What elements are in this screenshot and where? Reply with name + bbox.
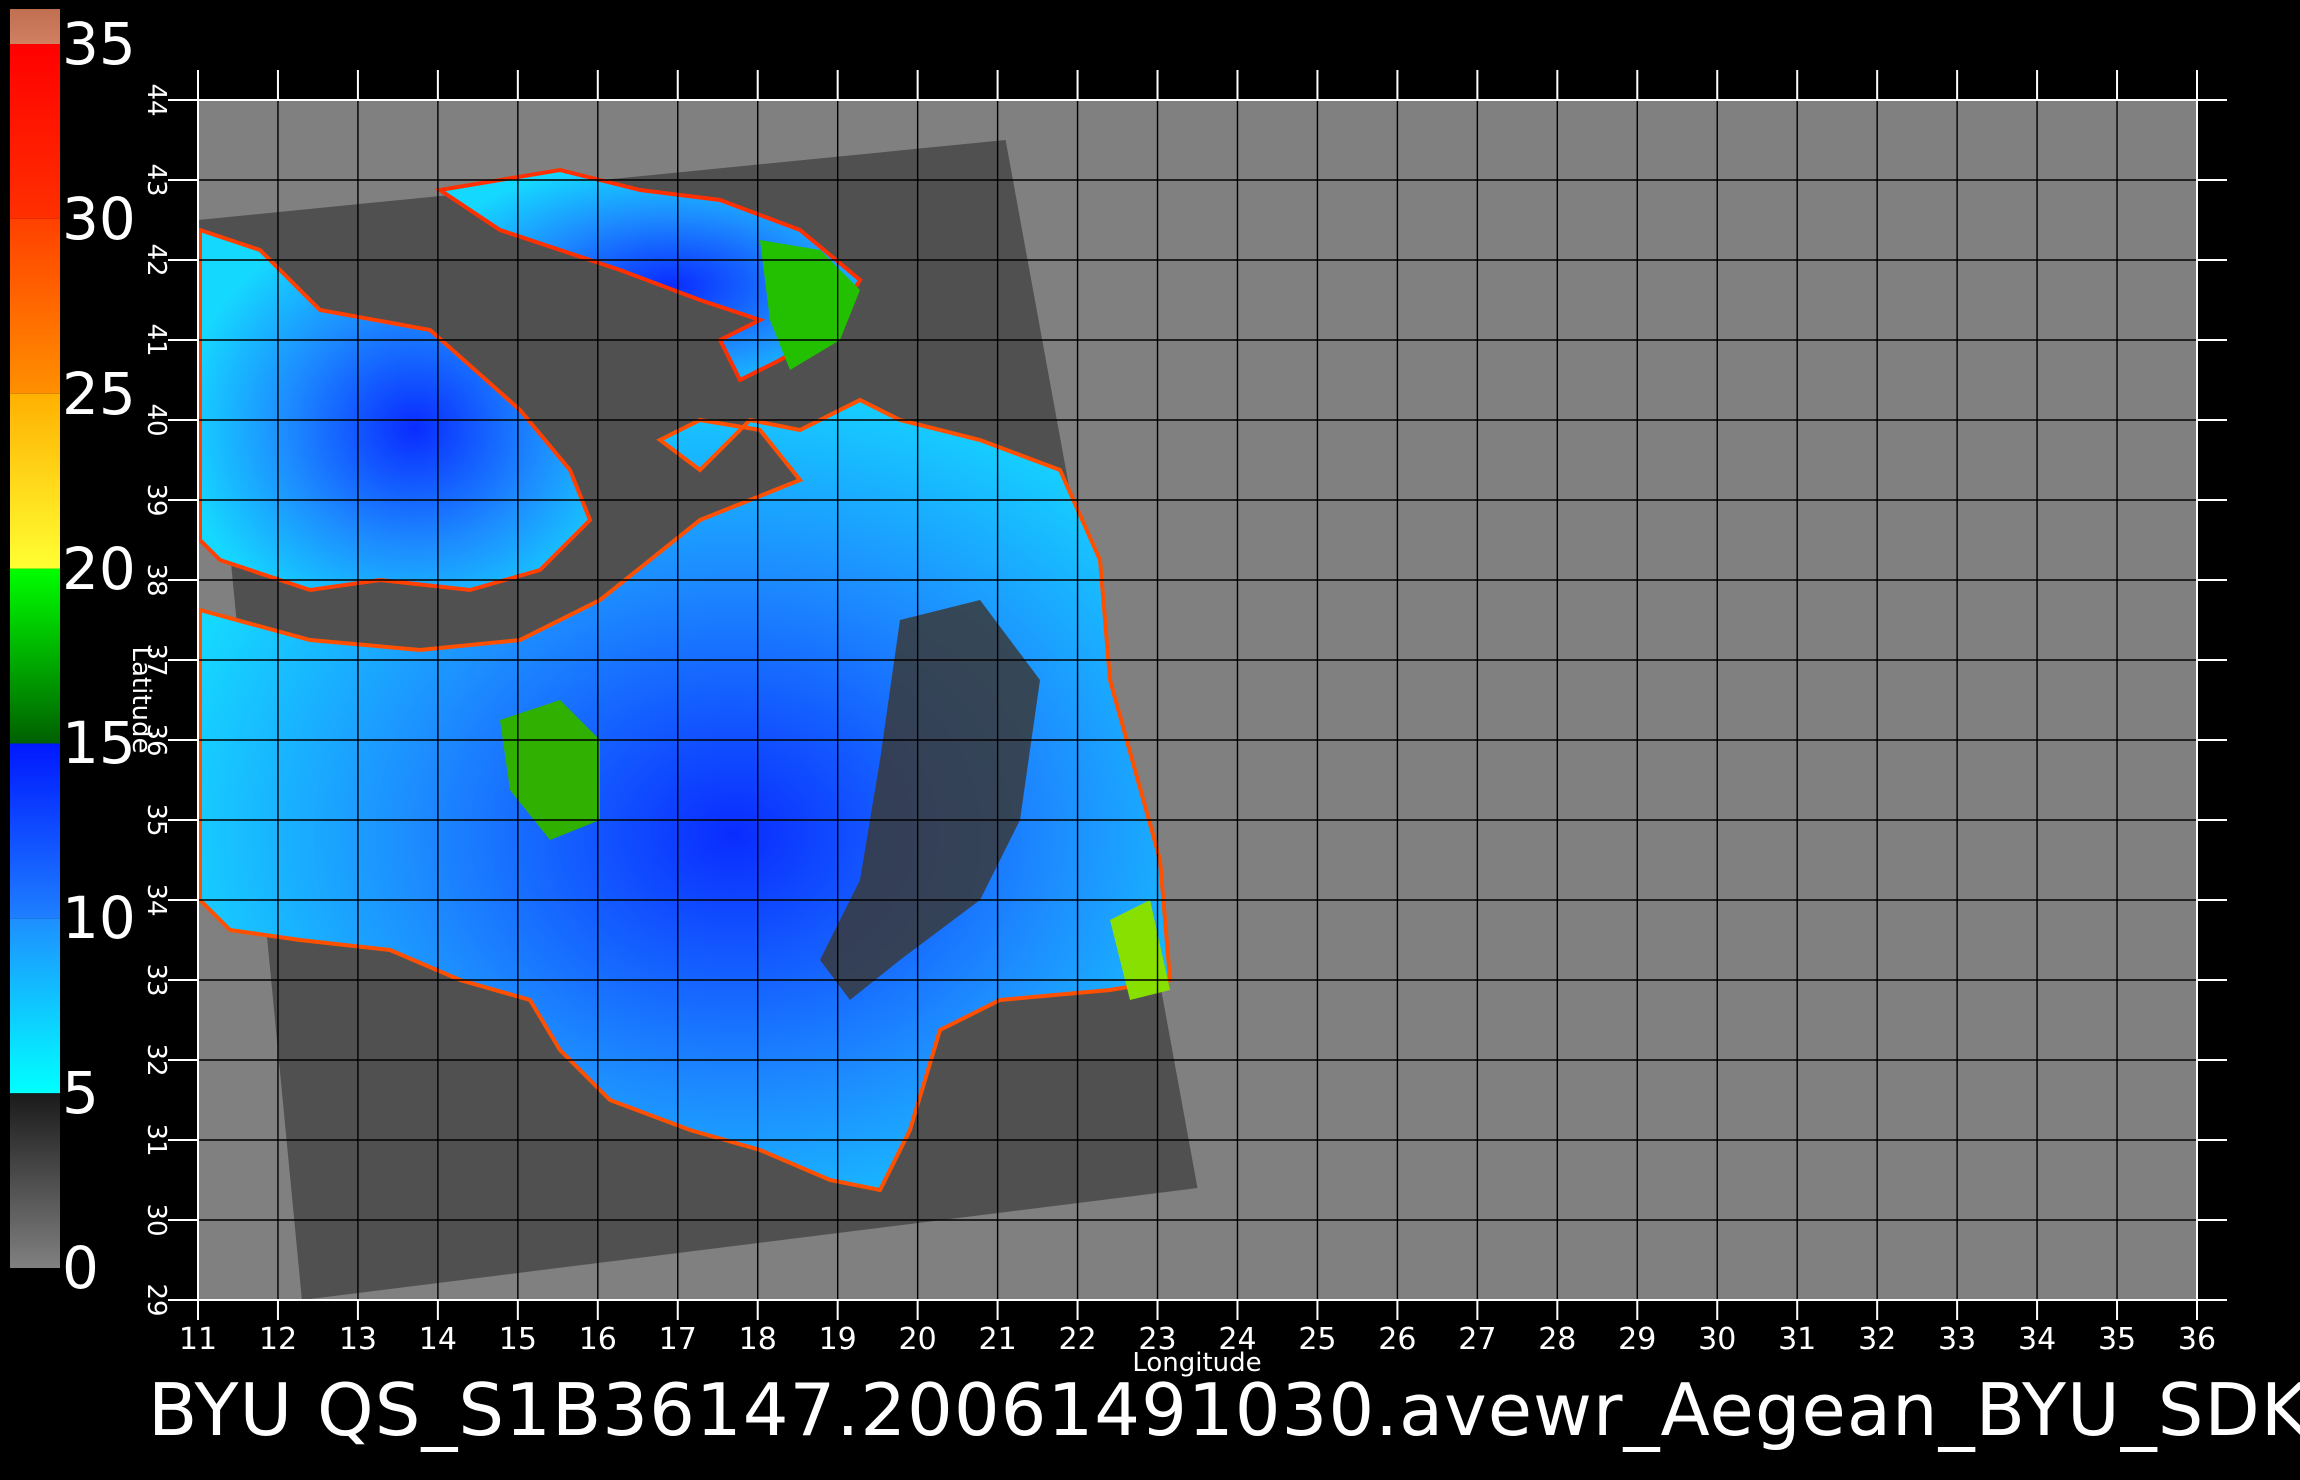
x-tick-label: 28 xyxy=(1538,1322,1577,1357)
x-tick-label: 25 xyxy=(1298,1322,1337,1357)
colorbar-band xyxy=(10,218,60,394)
y-tick-label: 44 xyxy=(141,83,171,117)
colorbar-tick-label: 5 xyxy=(62,1059,99,1128)
y-tick-label: 30 xyxy=(141,1203,171,1237)
x-tick-label: 13 xyxy=(338,1322,377,1357)
x-tick-label: 36 xyxy=(2177,1322,2217,1357)
x-tick-label: 12 xyxy=(258,1322,298,1357)
colorbar-tick-label: 10 xyxy=(62,884,136,953)
x-tick-label: 11 xyxy=(178,1322,218,1357)
y-tick-label: 40 xyxy=(141,403,171,437)
colorbar-band xyxy=(10,743,60,919)
colorbar-tick-label: 15 xyxy=(62,709,136,778)
x-tick-label: 32 xyxy=(1858,1322,1897,1357)
x-tick-label: 21 xyxy=(978,1322,1017,1357)
x-tick-label: 17 xyxy=(658,1322,697,1357)
x-tick-label: 18 xyxy=(738,1322,777,1357)
x-tick-label: 34 xyxy=(2017,1322,2057,1357)
colorbar-tick-label: 0 xyxy=(62,1234,99,1302)
x-tick-label: 29 xyxy=(1618,1322,1657,1357)
y-tick-label: 32 xyxy=(141,1043,171,1077)
image-title: BYU QS_S1B36147.20061491030.avewr_Aegean… xyxy=(148,1368,2300,1452)
y-tick-label: 31 xyxy=(141,1123,171,1157)
colorbar-band xyxy=(10,568,60,744)
colorbar-band xyxy=(10,1093,60,1268)
x-tick-label: 16 xyxy=(578,1322,617,1357)
y-tick-label: 43 xyxy=(141,163,171,197)
y-tick-label: 34 xyxy=(141,883,171,917)
colorbar-tick-label: 35 xyxy=(62,10,136,78)
x-tick-label: 26 xyxy=(1378,1322,1417,1357)
y-tick-label: 39 xyxy=(141,483,171,517)
x-tick-label: 14 xyxy=(418,1322,457,1357)
x-tick-label: 19 xyxy=(818,1322,857,1357)
colorbar-band xyxy=(10,918,60,1094)
y-tick-label: 35 xyxy=(141,803,171,837)
x-tick-label: 33 xyxy=(1938,1322,1977,1357)
x-tick-label: 15 xyxy=(498,1322,537,1357)
wind-map xyxy=(10,9,2227,1320)
y-axis-label: Latitude xyxy=(126,646,156,754)
x-tick-label: 35 xyxy=(2097,1322,2137,1357)
y-tick-label: 33 xyxy=(141,963,171,997)
colorbar-band xyxy=(10,9,60,44)
y-tick-label: 38 xyxy=(141,563,171,597)
colorbar-tick-label: 25 xyxy=(62,359,136,428)
x-tick-label: 27 xyxy=(1458,1322,1497,1357)
x-tick-label: 30 xyxy=(1698,1322,1737,1357)
y-tick-label: 42 xyxy=(141,243,171,277)
colorbar-band xyxy=(10,393,60,569)
colorbar-tick-label: 30 xyxy=(62,184,136,253)
x-tick-label: 22 xyxy=(1058,1322,1097,1357)
colorbar-tick-label: 20 xyxy=(62,534,136,603)
x-tick-label: 20 xyxy=(898,1322,937,1357)
y-tick-label: 29 xyxy=(141,1283,171,1317)
x-tick-label: 31 xyxy=(1778,1322,1817,1357)
colorbar-band xyxy=(10,44,60,219)
y-tick-label: 41 xyxy=(141,323,171,357)
